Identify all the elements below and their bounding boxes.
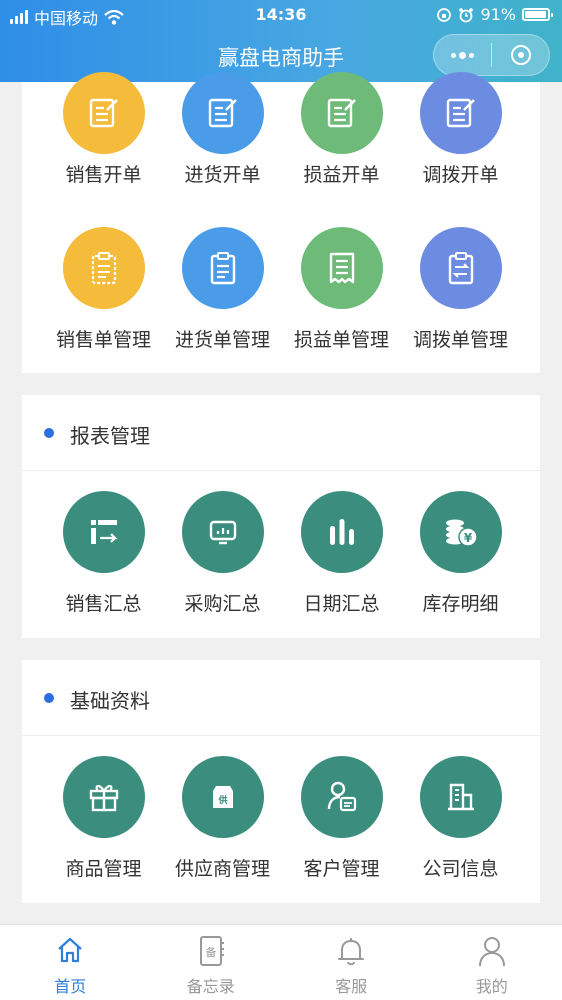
building-icon xyxy=(420,756,502,838)
tab-mine[interactable]: 我的 xyxy=(422,925,562,1000)
cell-label: 公司信息 xyxy=(422,858,499,880)
section-header: 基础资料 xyxy=(22,660,540,736)
tab-label: 我的 xyxy=(475,977,508,996)
more-dots-icon xyxy=(451,51,474,59)
basics-row: 商品管理 供 供应商管理 客户管理 公司信息 xyxy=(22,756,540,896)
orientation-lock-icon xyxy=(437,7,452,22)
section-title: 基础资料 xyxy=(70,689,150,713)
section-dot xyxy=(44,428,54,438)
top-bar: 中国移动 14:36 91% 赢盘电商助手 xyxy=(0,0,562,82)
tab-bar: 首页 备 备忘录 客服 我的 xyxy=(0,924,562,1000)
customer-card-icon xyxy=(301,756,383,838)
transfer-order-button[interactable]: 调拨开单 xyxy=(401,72,520,212)
user-icon xyxy=(477,935,507,971)
supplier-badge: 供 xyxy=(217,794,227,806)
edit-document-icon xyxy=(420,72,502,154)
sales-summary-icon xyxy=(63,491,145,573)
memo-icon: 备 xyxy=(196,935,226,971)
sales-order-button[interactable]: 销售开单 xyxy=(44,72,163,212)
battery-percent: 91% xyxy=(480,5,516,24)
target-icon xyxy=(510,45,531,65)
alarm-icon xyxy=(459,7,474,22)
svg-text:¥: ¥ xyxy=(464,531,473,545)
supplier-manage-button[interactable]: 供 供应商管理 xyxy=(163,756,282,896)
reports-card: 报表管理 销售汇总 采购汇总 日期汇总 ¥ 库存明细 xyxy=(22,395,540,638)
status-bar: 中国移动 14:36 91% xyxy=(0,0,562,30)
edit-document-icon xyxy=(182,72,264,154)
edit-document-icon xyxy=(63,72,145,154)
transfer-clipboard-icon xyxy=(420,227,502,309)
miniprogram-capsule xyxy=(433,34,550,76)
gift-icon xyxy=(63,756,145,838)
company-info-button[interactable]: 公司信息 xyxy=(401,756,520,896)
supplier-store-icon: 供 xyxy=(182,756,264,838)
orders-card: 销售开单 进货开单 损益开单 调拨开单 销售单管理 进货单管理 损益单管理 调拨… xyxy=(22,72,540,373)
order-create-row: 销售开单 进货开单 损益开单 调拨开单 xyxy=(22,72,540,212)
order-manage-row: 销售单管理 进货单管理 损益单管理 调拨单管理 xyxy=(22,227,540,367)
customer-manage-button[interactable]: 客户管理 xyxy=(282,756,401,896)
battery-icon xyxy=(522,8,553,21)
section-header: 报表管理 xyxy=(22,395,540,471)
basics-card: 基础资料 商品管理 供 供应商管理 客户管理 公司信息 xyxy=(22,660,540,903)
sales-summary-button[interactable]: 销售汇总 xyxy=(44,491,163,631)
bell-icon xyxy=(335,935,367,971)
reports-row: 销售汇总 采购汇总 日期汇总 ¥ 库存明细 xyxy=(22,491,540,631)
clipboard-icon xyxy=(182,227,264,309)
cell-label: 调拨开单 xyxy=(422,164,499,186)
tab-label: 备忘录 xyxy=(186,977,235,996)
section-title: 报表管理 xyxy=(70,424,150,448)
section-dot xyxy=(44,693,54,703)
purchase-order-button[interactable]: 进货开单 xyxy=(163,72,282,212)
transfer-manage-button[interactable]: 调拨单管理 xyxy=(401,227,520,367)
tab-service[interactable]: 客服 xyxy=(281,925,422,1000)
profit-loss-manage-button[interactable]: 损益单管理 xyxy=(282,227,401,367)
tab-memo[interactable]: 备 备忘录 xyxy=(141,925,282,1000)
purchase-summary-icon xyxy=(182,491,264,573)
profit-loss-order-button[interactable]: 损益开单 xyxy=(282,72,401,212)
cell-label: 调拨单管理 xyxy=(412,329,508,351)
home-icon xyxy=(55,935,85,969)
purchase-order-manage-button[interactable]: 进货单管理 xyxy=(163,227,282,367)
close-miniprogram-button[interactable] xyxy=(492,35,549,75)
date-summary-button[interactable]: 日期汇总 xyxy=(282,491,401,631)
tab-home[interactable]: 首页 xyxy=(0,925,141,1000)
product-manage-button[interactable]: 商品管理 xyxy=(44,756,163,896)
cell-label: 库存明细 xyxy=(422,593,499,615)
purchase-summary-button[interactable]: 采购汇总 xyxy=(163,491,282,631)
receipt-icon xyxy=(301,227,383,309)
clipboard-icon xyxy=(63,227,145,309)
edit-document-icon xyxy=(301,72,383,154)
tab-label: 首页 xyxy=(54,977,87,996)
coins-yen-icon: ¥ xyxy=(420,491,502,573)
inventory-detail-button[interactable]: ¥ 库存明细 xyxy=(401,491,520,631)
tab-label: 客服 xyxy=(335,977,368,996)
memo-badge: 备 xyxy=(205,945,216,959)
more-button[interactable] xyxy=(434,35,491,75)
sales-order-manage-button[interactable]: 销售单管理 xyxy=(44,227,163,367)
bar-chart-icon xyxy=(301,491,383,573)
